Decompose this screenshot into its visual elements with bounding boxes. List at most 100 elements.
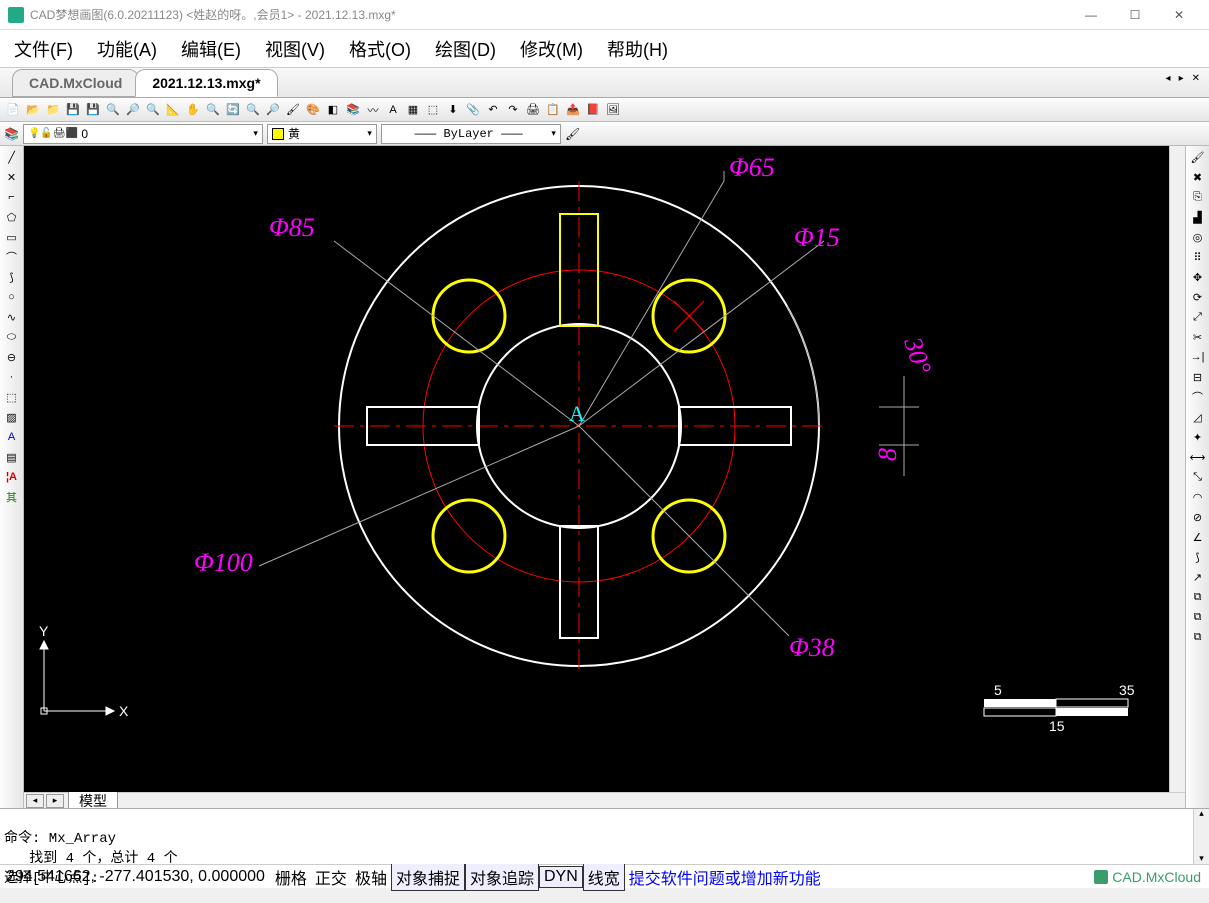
explode-icon[interactable]: ✦ — [1189, 428, 1207, 446]
pline-icon[interactable]: ⌐ — [3, 188, 21, 206]
close-button[interactable]: ✕ — [1157, 1, 1201, 29]
regen-icon[interactable]: 🔄 — [224, 101, 242, 119]
zoom-in-icon[interactable]: 🔎 — [124, 101, 142, 119]
ortho-toggle[interactable]: 正交 — [311, 864, 351, 890]
tab-current[interactable]: 2021.12.13.mxg* — [135, 69, 277, 97]
plot-icon[interactable]: 📋 — [544, 101, 562, 119]
new-icon[interactable]: 📄 — [4, 101, 22, 119]
pan-icon[interactable]: ✋ — [184, 101, 202, 119]
table-icon[interactable]: ▦ — [404, 101, 422, 119]
xref-icon[interactable]: 📎 — [464, 101, 482, 119]
fillet-icon[interactable]: ⌒ — [1189, 388, 1207, 406]
text-icon[interactable]: A — [384, 101, 402, 119]
menu-edit[interactable]: 编辑(E) — [175, 32, 247, 66]
pdf-icon[interactable]: 📕 — [584, 101, 602, 119]
arc-icon[interactable]: ⌒ — [3, 248, 21, 266]
ellipse-icon[interactable]: ⬭ — [3, 328, 21, 346]
menu-function[interactable]: 功能(A) — [91, 32, 163, 66]
zoom-window-icon[interactable]: 🔍 — [104, 101, 122, 119]
eraser-icon[interactable]: ◧ — [324, 101, 342, 119]
zoom-prev-icon[interactable]: 🔍 — [244, 101, 262, 119]
rect-icon[interactable]: ▭ — [3, 228, 21, 246]
color-combo[interactable]: 黄 ▾ — [267, 124, 377, 144]
offset-icon[interactable]: ◎ — [1189, 228, 1207, 246]
sheet-next-icon[interactable]: ▸ — [46, 794, 64, 808]
dim-arc-icon[interactable]: ⟆ — [1189, 548, 1207, 566]
export-icon[interactable]: 📤 — [564, 101, 582, 119]
line-icon[interactable]: ╱ — [3, 148, 21, 166]
color-icon[interactable]: 🎨 — [304, 101, 322, 119]
polar-toggle[interactable]: 极轴 — [351, 864, 391, 890]
feedback-link[interactable]: 提交软件问题或增加新功能 — [625, 865, 825, 889]
xline-icon[interactable]: ✕ — [3, 168, 21, 186]
saveas-icon[interactable]: 💾 — [84, 101, 102, 119]
menu-help[interactable]: 帮助(H) — [601, 32, 674, 66]
clip-icon[interactable]: ⧉ — [1189, 588, 1207, 606]
break-icon[interactable]: ⊟ — [1189, 368, 1207, 386]
maximize-button[interactable]: ☐ — [1113, 1, 1157, 29]
zoom-extents-icon[interactable]: 🔍 — [204, 101, 222, 119]
point-icon[interactable]: · — [3, 368, 21, 386]
measure-icon[interactable]: 📐 — [164, 101, 182, 119]
erase-icon[interactable]: ✖ — [1189, 168, 1207, 186]
insert-icon[interactable]: ⬇ — [444, 101, 462, 119]
minimize-button[interactable]: — — [1069, 1, 1113, 29]
menu-view[interactable]: 视图(V) — [259, 32, 331, 66]
dim-linear-icon[interactable]: ⟷ — [1189, 448, 1207, 466]
otrack-toggle[interactable]: 对象追踪 — [465, 863, 539, 891]
clip2-icon[interactable]: ⧉ — [1189, 608, 1207, 626]
matchprop-icon[interactable]: 🖌 — [1189, 148, 1207, 166]
image-icon[interactable]: 🖼 — [604, 101, 622, 119]
layer-manager-icon[interactable]: 📚 — [4, 127, 19, 141]
dim-radius-icon[interactable]: ◠ — [1189, 488, 1207, 506]
save-icon[interactable]: 💾 — [64, 101, 82, 119]
ellipse-arc-icon[interactable]: ⊖ — [3, 348, 21, 366]
rotate-icon[interactable]: ⟳ — [1189, 288, 1207, 306]
redo-icon[interactable]: ↷ — [504, 101, 522, 119]
copy-icon[interactable]: ⎘ — [1189, 188, 1207, 206]
block-insert-icon[interactable]: ⬚ — [3, 388, 21, 406]
chamfer-icon[interactable]: ◿ — [1189, 408, 1207, 426]
matchprop-icon[interactable]: 🖌 — [565, 127, 580, 141]
brush-icon[interactable]: 🖌 — [284, 101, 302, 119]
command-window[interactable]: 命令: Mx_Array 找到 4 个，总计 4 个 选择[中心点]: ▴▾ — [0, 808, 1209, 864]
menu-file[interactable]: 文件(F) — [8, 32, 79, 66]
scale-icon[interactable]: ⤢ — [1189, 308, 1207, 326]
open-icon[interactable]: 📂 — [24, 101, 42, 119]
tab-next-icon[interactable]: ▸ — [1176, 72, 1187, 85]
tab-cloud[interactable]: CAD.MxCloud — [12, 69, 139, 97]
arc2-icon[interactable]: ⟆ — [3, 268, 21, 286]
menu-modify[interactable]: 修改(M) — [514, 32, 589, 66]
spline-icon[interactable]: ∿ — [3, 308, 21, 326]
leader-icon[interactable]: ↗ — [1189, 568, 1207, 586]
mirror-icon[interactable]: ▟ — [1189, 208, 1207, 226]
lineweight-toggle[interactable]: 线宽 — [583, 863, 625, 891]
mtext-icon[interactable]: ▤ — [3, 448, 21, 466]
osnap-toggle[interactable]: 对象捕捉 — [391, 863, 465, 891]
array-icon[interactable]: ⠿ — [1189, 248, 1207, 266]
clip3-icon[interactable]: ⧉ — [1189, 628, 1207, 646]
text-a-icon[interactable]: A — [3, 428, 21, 446]
circle-icon[interactable]: ○ — [3, 288, 21, 306]
undo-icon[interactable]: ↶ — [484, 101, 502, 119]
vertical-scrollbar[interactable] — [1169, 146, 1185, 792]
snap-grid-toggle[interactable]: 栅格 — [271, 864, 311, 890]
dim-aligned-icon[interactable]: ⤡ — [1189, 468, 1207, 486]
layers-icon[interactable]: 📚 — [344, 101, 362, 119]
linetype-icon[interactable]: 〰 — [364, 101, 382, 119]
zoom-realtime-icon[interactable]: 🔎 — [264, 101, 282, 119]
linetype-combo[interactable]: ——— ByLayer ——— ▾ — [381, 124, 561, 144]
dyn-toggle[interactable]: DYN — [539, 866, 583, 888]
tab-prev-icon[interactable]: ◂ — [1163, 72, 1174, 85]
sheet-prev-icon[interactable]: ◂ — [26, 794, 44, 808]
text-ia-icon[interactable]: ¦A — [3, 468, 21, 486]
zoom-out-icon[interactable]: 🔍 — [144, 101, 162, 119]
open-alt-icon[interactable]: 📁 — [44, 101, 62, 119]
hatch-icon[interactable]: ▨ — [3, 408, 21, 426]
extend-icon[interactable]: →| — [1189, 348, 1207, 366]
cmd-scrollbar[interactable]: ▴▾ — [1193, 809, 1209, 864]
region-icon[interactable]: 其 — [3, 488, 21, 506]
trim-icon[interactable]: ✂ — [1189, 328, 1207, 346]
drawing-canvas[interactable]: Φ65 Φ85 Φ15 Φ100 Φ38 30° 8 A — [24, 146, 1169, 792]
menu-draw[interactable]: 绘图(D) — [429, 32, 502, 66]
